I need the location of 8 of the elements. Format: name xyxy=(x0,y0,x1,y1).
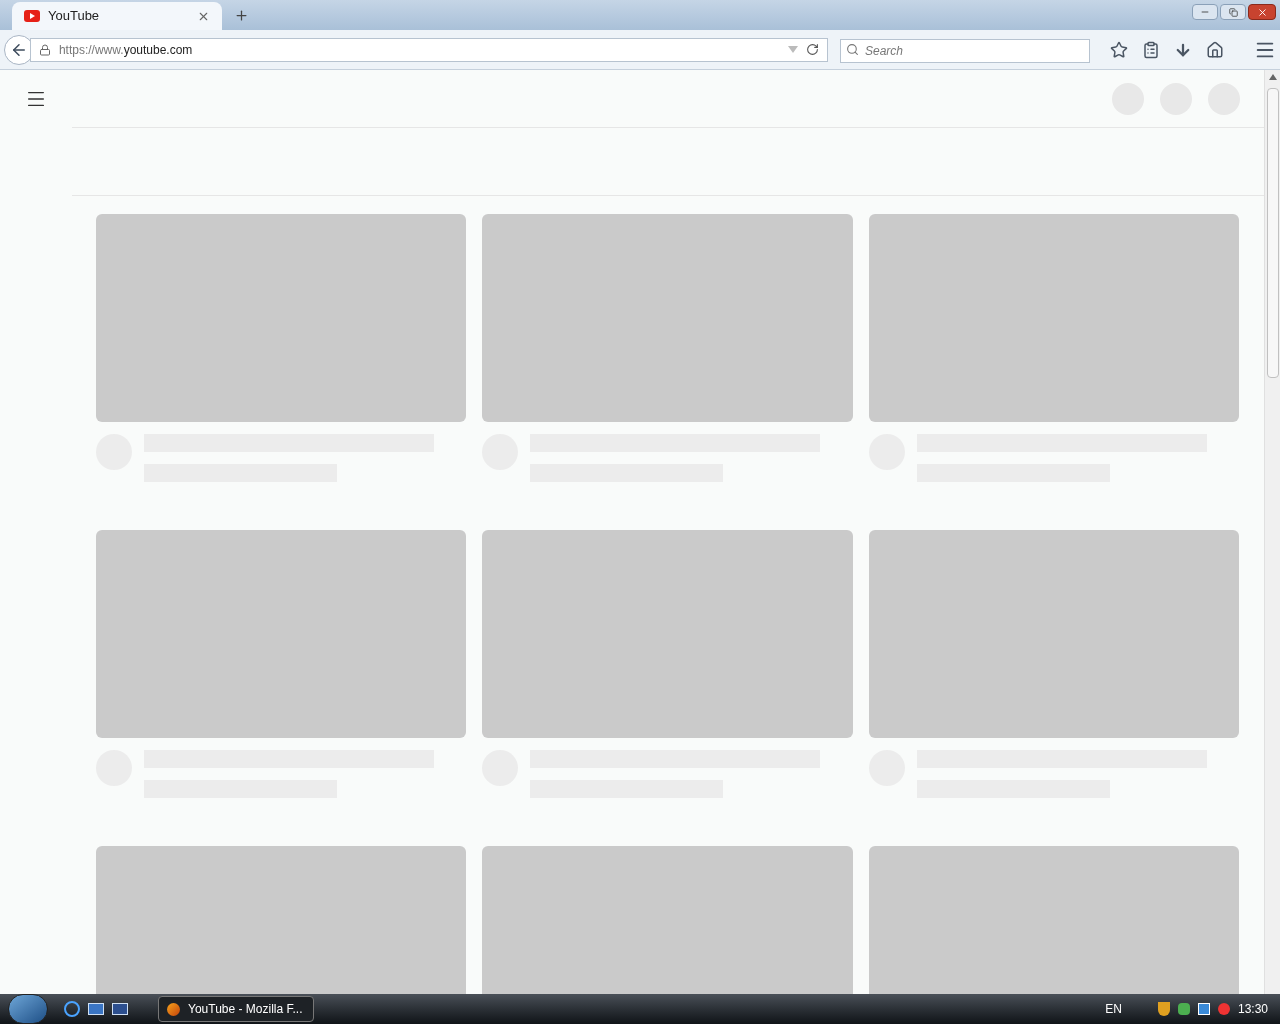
address-field[interactable]: https://www.youtube.com xyxy=(29,37,828,62)
url-text: https://www.youtube.com xyxy=(58,41,194,59)
browser-tab[interactable]: YouTube xyxy=(12,2,222,30)
language-indicator[interactable]: EN xyxy=(1105,1000,1122,1018)
taskbar-button[interactable]: YouTube - Mozilla F... xyxy=(158,996,314,1022)
tab-title: YouTube xyxy=(48,7,101,26)
clock: 13:30 xyxy=(1237,1001,1268,1018)
search-field[interactable]: Search xyxy=(840,38,1090,63)
